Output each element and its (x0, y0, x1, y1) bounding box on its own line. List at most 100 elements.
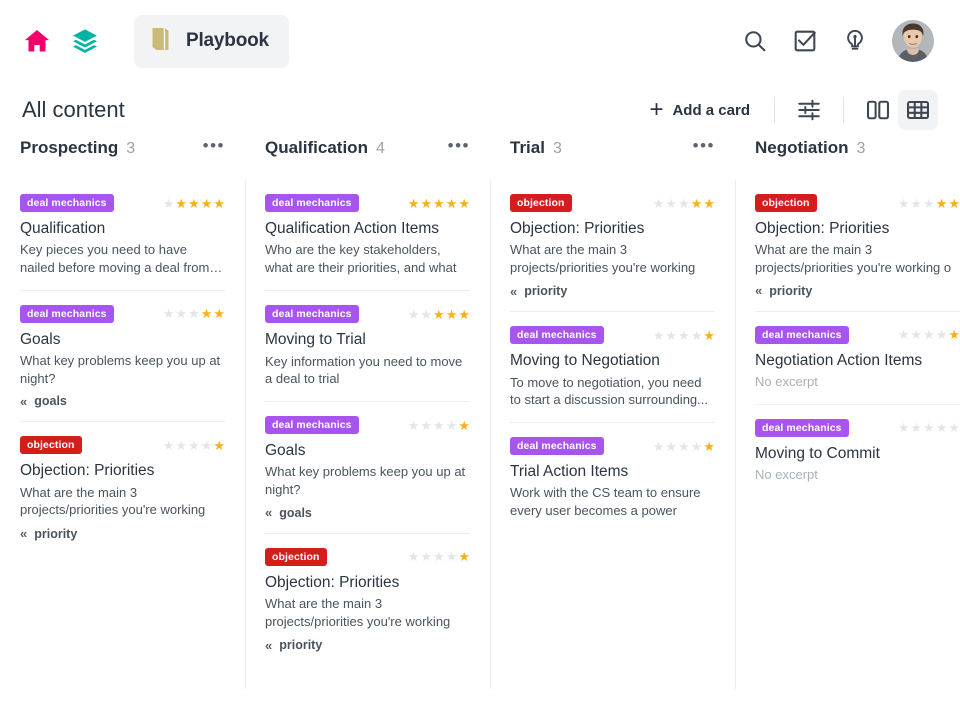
star-icon[interactable]: ★ (188, 307, 200, 320)
card-tag[interactable]: «goals (20, 394, 225, 408)
card-category-badge[interactable]: objection (20, 436, 82, 454)
star-icon[interactable]: ★ (948, 328, 960, 341)
star-icon[interactable]: ★ (420, 419, 432, 432)
card-rating-stars[interactable]: ★★★★★ (163, 439, 225, 452)
star-icon[interactable]: ★ (201, 307, 213, 320)
star-icon[interactable]: ★ (420, 197, 432, 210)
star-icon[interactable]: ★ (936, 197, 948, 210)
star-icon[interactable]: ★ (446, 550, 458, 563)
content-card[interactable]: objection★★★★★Objection: PrioritiesWhat … (265, 534, 470, 665)
grid-view-icon[interactable] (898, 90, 938, 130)
card-category-badge[interactable]: deal mechanics (755, 326, 849, 344)
column-menu-icon[interactable]: ••• (693, 137, 715, 154)
star-icon[interactable]: ★ (458, 308, 470, 321)
star-icon[interactable]: ★ (678, 329, 690, 342)
star-icon[interactable]: ★ (175, 197, 187, 210)
playbook-tab[interactable]: Playbook (134, 15, 289, 68)
content-card[interactable]: deal mechanics★★★★★QualificationKey piec… (20, 180, 225, 291)
card-tag[interactable]: «priority (265, 638, 470, 652)
star-icon[interactable]: ★ (703, 197, 715, 210)
star-icon[interactable]: ★ (948, 197, 960, 210)
card-rating-stars[interactable]: ★★★★★ (408, 197, 470, 210)
content-card[interactable]: deal mechanics★★★★★Qualification Action … (265, 180, 470, 291)
star-icon[interactable]: ★ (213, 197, 225, 210)
content-card[interactable]: objection★★★★★Objection: PrioritiesWhat … (755, 180, 960, 312)
star-icon[interactable]: ★ (188, 197, 200, 210)
card-rating-stars[interactable]: ★★★★★ (408, 419, 470, 432)
content-card[interactable]: deal mechanics★★★★★Moving to Negotiation… (510, 312, 715, 423)
star-icon[interactable]: ★ (408, 419, 420, 432)
card-category-badge[interactable]: objection (265, 548, 327, 566)
card-tag[interactable]: «priority (755, 284, 960, 298)
card-rating-stars[interactable]: ★★★★★ (408, 550, 470, 563)
star-icon[interactable]: ★ (420, 308, 432, 321)
star-icon[interactable]: ★ (691, 440, 703, 453)
star-icon[interactable]: ★ (703, 440, 715, 453)
layers-icon[interactable] (70, 27, 100, 55)
star-icon[interactable]: ★ (678, 440, 690, 453)
card-tag[interactable]: «priority (20, 527, 225, 541)
star-icon[interactable]: ★ (910, 421, 922, 434)
card-rating-stars[interactable]: ★★★★★ (653, 440, 715, 453)
sliders-icon[interactable] (789, 90, 829, 130)
star-icon[interactable]: ★ (910, 328, 922, 341)
card-category-badge[interactable]: objection (755, 194, 817, 212)
card-tag[interactable]: «goals (265, 506, 470, 520)
star-icon[interactable]: ★ (691, 329, 703, 342)
star-icon[interactable]: ★ (458, 550, 470, 563)
star-icon[interactable]: ★ (678, 197, 690, 210)
star-icon[interactable]: ★ (408, 308, 420, 321)
star-icon[interactable]: ★ (653, 440, 665, 453)
column-menu-icon[interactable]: ••• (448, 137, 470, 154)
star-icon[interactable]: ★ (433, 419, 445, 432)
card-rating-stars[interactable]: ★★★★★ (408, 308, 470, 321)
column-menu-icon[interactable]: ••• (203, 137, 225, 154)
card-rating-stars[interactable]: ★★★★★ (163, 197, 225, 210)
star-icon[interactable]: ★ (433, 308, 445, 321)
card-category-badge[interactable]: objection (510, 194, 572, 212)
star-icon[interactable]: ★ (923, 421, 935, 434)
star-icon[interactable]: ★ (923, 197, 935, 210)
card-rating-stars[interactable]: ★★★★★ (653, 329, 715, 342)
star-icon[interactable]: ★ (898, 421, 910, 434)
search-icon[interactable] (742, 28, 768, 54)
content-card[interactable]: objection★★★★★Objection: PrioritiesWhat … (20, 422, 225, 553)
card-rating-stars[interactable]: ★★★★★ (898, 328, 960, 341)
card-category-badge[interactable]: deal mechanics (755, 419, 849, 437)
star-icon[interactable]: ★ (910, 197, 922, 210)
card-category-badge[interactable]: deal mechanics (265, 416, 359, 434)
star-icon[interactable]: ★ (691, 197, 703, 210)
star-icon[interactable]: ★ (703, 329, 715, 342)
star-icon[interactable]: ★ (665, 197, 677, 210)
star-icon[interactable]: ★ (163, 307, 175, 320)
content-card[interactable]: deal mechanics★★★★★GoalsWhat key problem… (20, 291, 225, 423)
star-icon[interactable]: ★ (948, 421, 960, 434)
lightbulb-icon[interactable] (842, 28, 868, 54)
star-icon[interactable]: ★ (188, 439, 200, 452)
star-icon[interactable]: ★ (408, 197, 420, 210)
card-category-badge[interactable]: deal mechanics (265, 194, 359, 212)
card-rating-stars[interactable]: ★★★★★ (898, 421, 960, 434)
home-icon[interactable] (22, 27, 52, 55)
star-icon[interactable]: ★ (458, 419, 470, 432)
star-icon[interactable]: ★ (653, 329, 665, 342)
star-icon[interactable]: ★ (163, 439, 175, 452)
card-rating-stars[interactable]: ★★★★★ (163, 307, 225, 320)
content-card[interactable]: objection★★★★★Objection: PrioritiesWhat … (510, 180, 715, 312)
star-icon[interactable]: ★ (665, 329, 677, 342)
content-card[interactable]: deal mechanics★★★★★Moving to TrialKey in… (265, 291, 470, 402)
content-card[interactable]: deal mechanics★★★★★Trial Action ItemsWor… (510, 423, 715, 533)
add-a-card-button[interactable]: + Add a card (639, 92, 760, 128)
avatar[interactable] (892, 20, 934, 62)
card-category-badge[interactable]: deal mechanics (510, 326, 604, 344)
card-category-badge[interactable]: deal mechanics (20, 194, 114, 212)
content-card[interactable]: deal mechanics★★★★★GoalsWhat key problem… (265, 402, 470, 534)
card-rating-stars[interactable]: ★★★★★ (898, 197, 960, 210)
star-icon[interactable]: ★ (175, 307, 187, 320)
star-icon[interactable]: ★ (446, 308, 458, 321)
star-icon[interactable]: ★ (201, 439, 213, 452)
split-view-icon[interactable] (858, 90, 898, 130)
star-icon[interactable]: ★ (653, 197, 665, 210)
star-icon[interactable]: ★ (458, 197, 470, 210)
card-rating-stars[interactable]: ★★★★★ (653, 197, 715, 210)
